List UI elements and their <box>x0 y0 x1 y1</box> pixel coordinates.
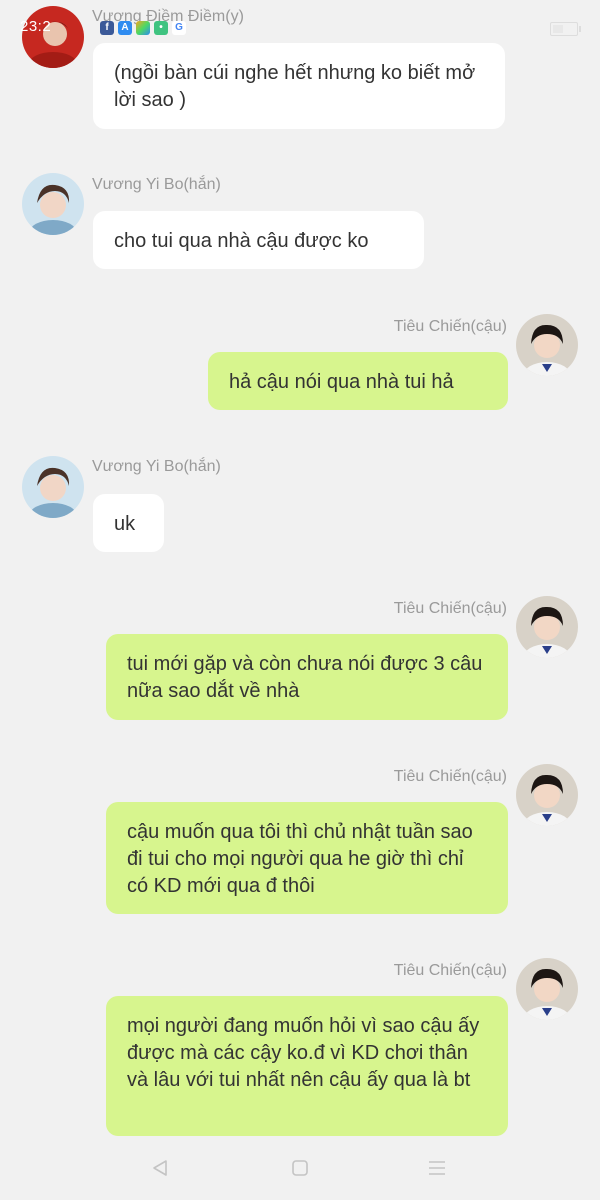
message-bubble[interactable]: hả cậu nói qua nhà tui hả <box>208 352 508 410</box>
message-bubble[interactable]: uk <box>93 494 164 552</box>
chat-icon: • <box>154 21 168 35</box>
navigation-bar <box>0 1140 600 1200</box>
sender-name: Tiêu Chiến(cậu) <box>393 318 507 335</box>
back-icon[interactable] <box>150 1158 170 1183</box>
status-notification-icons: f A • G <box>100 21 186 35</box>
home-icon[interactable] <box>290 1158 310 1183</box>
avatar[interactable] <box>516 764 578 826</box>
avatar[interactable] <box>516 314 578 376</box>
facebook-icon: f <box>100 21 114 35</box>
avatar[interactable] <box>516 958 578 1020</box>
sender-name: Vương Yi Bo(hắn) <box>92 176 221 193</box>
avatar[interactable] <box>516 596 578 658</box>
avatar[interactable] <box>22 173 84 235</box>
avatar[interactable] <box>22 6 84 68</box>
sender-name: Tiêu Chiến(cậu) <box>393 600 507 617</box>
message-bubble[interactable]: mọi người đang muốn hỏi vì sao cậu ấy đư… <box>106 996 508 1136</box>
google-icon: G <box>172 21 186 35</box>
app-store-icon: A <box>118 21 132 35</box>
game-icon <box>136 21 150 35</box>
status-time: 23:2 <box>20 18 52 35</box>
avatar[interactable] <box>22 456 84 518</box>
sender-name: Tiêu Chiến(cậu) <box>393 962 507 979</box>
sender-name: Vương Yi Bo(hắn) <box>92 458 221 475</box>
message-bubble[interactable]: cậu muốn qua tôi thì chủ nhật tuần sao đ… <box>106 802 508 914</box>
battery-icon <box>550 22 581 36</box>
sender-name: Tiêu Chiến(cậu) <box>393 768 507 785</box>
message-bubble[interactable]: cho tui qua nhà cậu được ko <box>93 211 424 269</box>
message-bubble[interactable]: (ngồi bàn cúi nghe hết nhưng ko biết mở … <box>93 43 505 129</box>
message-bubble[interactable]: tui mới gặp và còn chưa nói được 3 câu n… <box>106 634 508 720</box>
menu-icon[interactable] <box>427 1158 447 1183</box>
